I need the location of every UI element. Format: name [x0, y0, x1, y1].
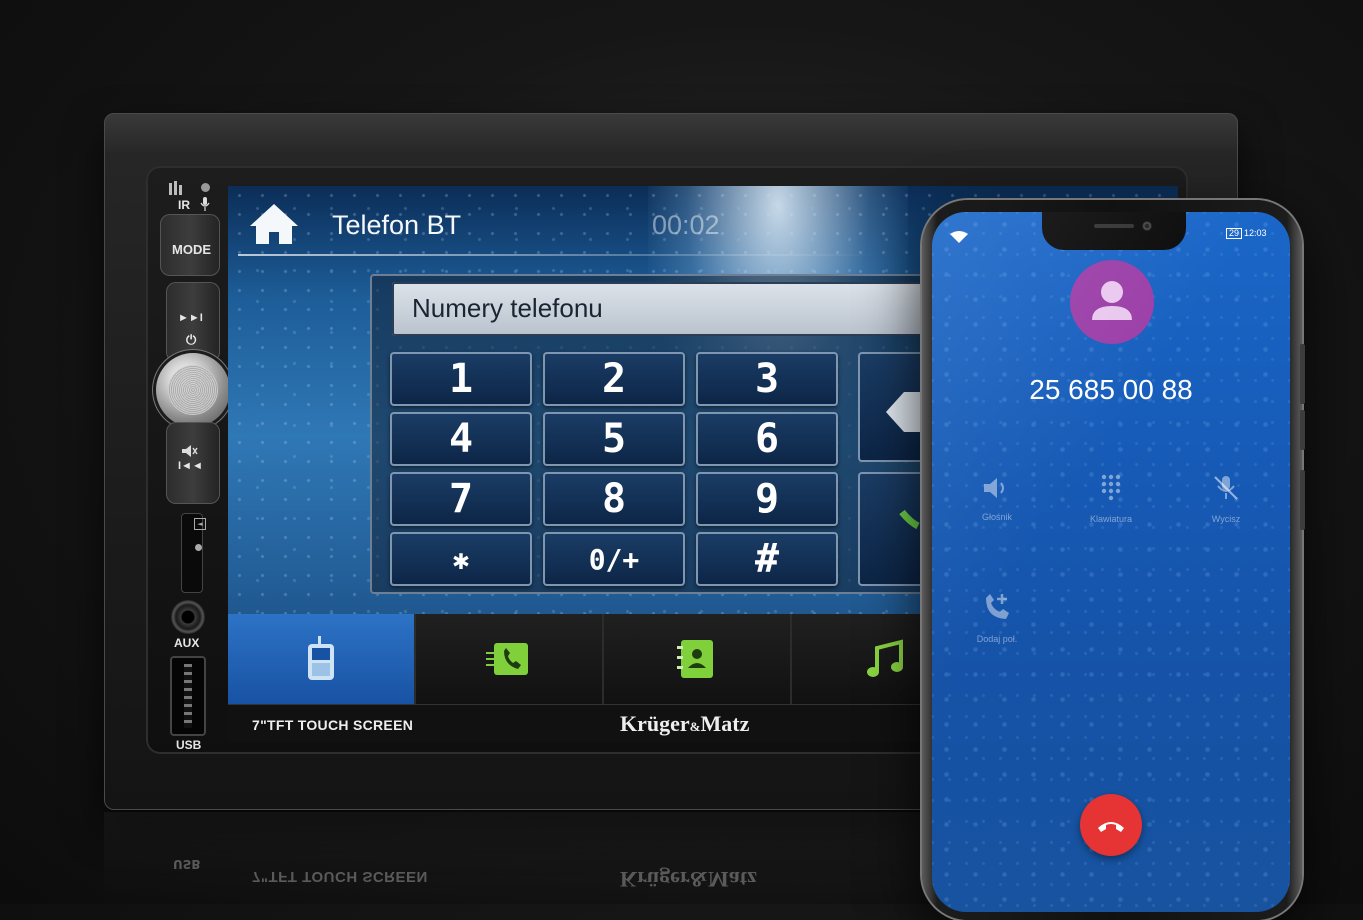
reflection-usb-label: USB	[173, 857, 201, 871]
music-note-icon	[867, 639, 903, 677]
clock: 12:03	[1244, 228, 1267, 238]
speaker-icon	[984, 478, 1004, 498]
front-camera-icon	[1142, 221, 1152, 231]
key-1[interactable]: 1	[390, 352, 532, 406]
contact-avatar	[1070, 260, 1154, 344]
key-star[interactable]: ✱	[390, 532, 532, 586]
reflection-caption: 7"TFT TOUCH SCREEN	[252, 868, 428, 885]
person-icon	[1092, 281, 1132, 320]
next-track-icon: ►►I	[178, 312, 203, 324]
key-5[interactable]: 5	[543, 412, 685, 466]
reflection-brand: Krüger&Matz	[620, 867, 757, 892]
dialed-number: 25 685 00 88	[1029, 374, 1193, 405]
prev-track-icon: I◄◄	[178, 460, 203, 472]
next-power-button[interactable]: ►►I ⏻	[166, 282, 220, 362]
call-timer: 00:02	[652, 210, 720, 240]
add-call-button[interactable]: Dodaj poł.	[952, 592, 1042, 644]
add-call-icon	[986, 594, 1009, 619]
key-3[interactable]: 3	[696, 352, 838, 406]
key-8[interactable]: 8	[543, 472, 685, 526]
speaker-button[interactable]: Głośnik	[952, 476, 1042, 522]
status-bar-right: 29 12:03	[1226, 228, 1267, 239]
tab-phone[interactable]	[228, 614, 416, 704]
call-log-icon	[486, 643, 528, 675]
mobile-phone-icon	[308, 636, 334, 680]
speaker-label: Głośnik	[981, 512, 1012, 522]
usb-label: USB	[176, 738, 202, 752]
screen-size-caption: 7"TFT TOUCH SCREEN	[252, 717, 414, 733]
backspace-icon	[886, 392, 926, 432]
aux-jack[interactable]	[171, 600, 205, 634]
prev-mute-button[interactable]: I◄◄	[166, 422, 220, 504]
phone-number-field[interactable]: Numery telefonu	[392, 282, 972, 336]
green-call-icon	[899, 509, 920, 530]
tab-contacts[interactable]	[604, 614, 792, 704]
mic-off-icon	[1214, 476, 1238, 500]
title-divider	[238, 254, 878, 256]
phone-number-placeholder: Numery telefonu	[412, 293, 603, 323]
screen-title: Telefon BT	[332, 210, 462, 240]
aux-label: AUX	[174, 636, 200, 650]
phone-notch	[1042, 212, 1186, 250]
key-4[interactable]: 4	[390, 412, 532, 466]
keypad-icon	[1101, 474, 1121, 501]
keypad-label: Klawiatura	[1089, 514, 1133, 524]
sd-card-icon: ◄	[194, 518, 206, 530]
backspace-button[interactable]	[858, 352, 928, 462]
add-call-label: Dodaj poł.	[976, 634, 1018, 644]
key-9[interactable]: 9	[696, 472, 838, 526]
end-call-button[interactable]	[1080, 794, 1142, 856]
mode-button[interactable]: MODE	[160, 214, 220, 276]
signal-bars-icon	[169, 180, 183, 195]
call-button[interactable]	[858, 472, 928, 586]
keypad-button[interactable]: Klawiatura	[1066, 472, 1156, 524]
phone-side-button-2[interactable]	[1300, 410, 1305, 450]
mute-icon	[182, 442, 198, 461]
wifi-icon	[950, 228, 968, 247]
key-7[interactable]: 7	[390, 472, 532, 526]
ir-label: IR	[178, 198, 190, 212]
ir-sensor-icon	[201, 183, 210, 192]
key-hash[interactable]: #	[696, 532, 838, 586]
contacts-book-icon	[677, 640, 713, 678]
mute-button[interactable]: Wycisz	[1181, 474, 1271, 524]
earpiece-speaker	[1094, 224, 1134, 228]
volume-knob[interactable]	[156, 353, 230, 427]
power-icon: ⏻	[186, 332, 197, 347]
hang-up-icon	[1098, 822, 1124, 832]
microphone-icon	[200, 196, 210, 215]
battery-level: 29	[1226, 228, 1243, 239]
reset-hole[interactable]	[195, 544, 202, 551]
key-6[interactable]: 6	[696, 412, 838, 466]
tab-call-log[interactable]	[416, 614, 604, 704]
phone-side-button-3[interactable]	[1300, 470, 1305, 530]
phone-side-button[interactable]	[1300, 344, 1305, 404]
usb-port[interactable]	[170, 656, 206, 736]
mute-label: Wycisz	[1211, 514, 1241, 524]
mode-label: MODE	[172, 242, 211, 257]
key-2[interactable]: 2	[543, 352, 685, 406]
key-0-plus[interactable]: 0/+	[543, 532, 685, 586]
brand-logo: Krüger&Matz	[620, 711, 750, 736]
home-icon[interactable]	[248, 202, 300, 246]
